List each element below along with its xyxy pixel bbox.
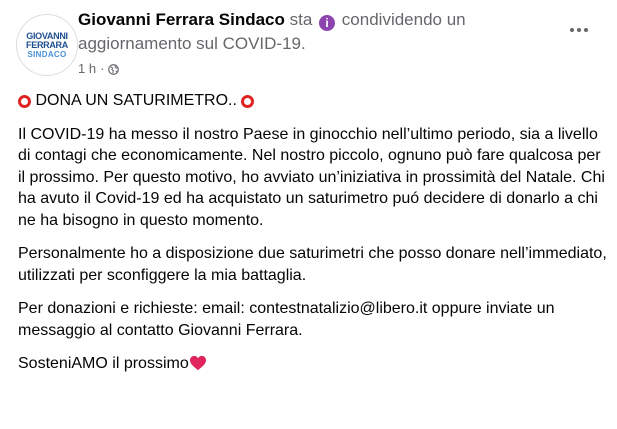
post-title-text: DONA UN SATURIMETRO.. — [35, 92, 237, 109]
dot — [577, 28, 581, 32]
post-body: DONA UN SATURIMETRO.. Il COVID-19 ha mes… — [18, 90, 608, 387]
more-options-icon[interactable] — [565, 18, 593, 42]
post-header-text: Giovanni Ferrara Sindaco sta i condivide… — [78, 8, 528, 56]
globe-icon[interactable] — [108, 63, 120, 75]
post-paragraph-4: SosteniAMO il prossimo — [18, 353, 608, 375]
red-circle-icon — [18, 95, 31, 108]
meta-separator: · — [100, 61, 105, 76]
facebook-post: GIOVANNI FERRARA SINDACO Giovanni Ferrar… — [0, 0, 617, 429]
post-paragraph-1: Il COVID-19 ha messo il nostro Paese in … — [18, 125, 605, 229]
info-icon[interactable]: i — [319, 15, 336, 31]
post-time[interactable]: 1 h — [78, 60, 96, 78]
avatar[interactable]: GIOVANNI FERRARA SINDACO — [16, 14, 78, 76]
red-circle-icon — [241, 95, 255, 108]
author-name[interactable]: Giovanni Ferrara Sindaco — [78, 10, 285, 29]
post-paragraph-2: Personalmente ho a disposizione due satu… — [18, 245, 607, 284]
post-paragraph-3: Per donazioni e richieste: email: contes… — [18, 300, 555, 339]
avatar-line-3: SINDACO — [27, 49, 67, 59]
avatar-line-2: FERRARA — [26, 39, 68, 50]
status-prefix: sta — [289, 10, 313, 29]
post-header: GIOVANNI FERRARA SINDACO Giovanni Ferrar… — [16, 8, 601, 84]
post-meta: 1 h · — [78, 60, 120, 78]
post-title: DONA UN SATURIMETRO.. — [18, 90, 608, 112]
dot — [584, 28, 588, 32]
heart-icon — [189, 355, 206, 371]
closing-text: SosteniAMO il prossimo — [18, 355, 189, 372]
dot — [570, 28, 574, 32]
